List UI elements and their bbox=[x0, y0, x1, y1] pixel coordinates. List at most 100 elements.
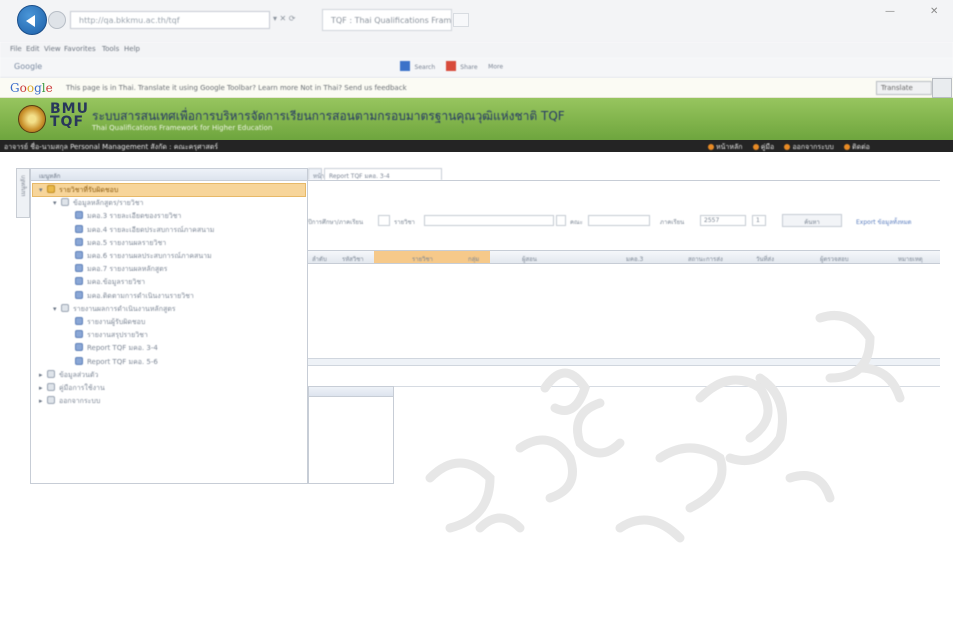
group-icon bbox=[47, 396, 55, 405]
toolbar-share[interactable]: Share bbox=[460, 64, 477, 71]
forward-button[interactable] bbox=[48, 11, 66, 29]
tree-item[interactable]: รายงานสรุปรายวิชา bbox=[67, 330, 148, 342]
google-toolbar-label[interactable]: Google bbox=[14, 62, 42, 71]
col-reviewer[interactable]: ผู้ตรวจสอบ bbox=[820, 254, 849, 264]
tree-item[interactable]: รายงานผู้รับผิดชอบ bbox=[67, 317, 145, 329]
term-round-select[interactable]: 1 bbox=[752, 215, 766, 226]
tree-item-label: รายวิชาที่รับผิดชอบ bbox=[59, 186, 119, 194]
col-no[interactable]: ลำดับ bbox=[312, 254, 327, 264]
expand-arrow-icon[interactable]: ▸ bbox=[39, 384, 47, 392]
contact-icon bbox=[844, 144, 851, 150]
grid-body bbox=[308, 264, 940, 358]
divider bbox=[394, 386, 940, 387]
translate-message: This page is in Thai. Translate it using… bbox=[66, 84, 407, 92]
translate-bar: Google This page is in Thai. Translate i… bbox=[0, 78, 953, 98]
toolbar-search[interactable]: Search bbox=[415, 64, 436, 71]
col-instructor[interactable]: ผู้สอน bbox=[522, 254, 537, 264]
tree-item-label: มคอ.3 รายละเอียดของรายวิชา bbox=[87, 212, 182, 221]
tree-item[interactable]: ▸ ออกจากระบบ bbox=[39, 396, 100, 408]
nav-logout[interactable]: ออกจากระบบ bbox=[792, 143, 833, 151]
term-year-input[interactable]: 2557 bbox=[700, 215, 746, 226]
minimize-icon[interactable]: — bbox=[885, 6, 895, 17]
tree-item-label: รายงานผู้รับผิดชอบ bbox=[87, 318, 146, 326]
app-logo: BMU TQF bbox=[50, 102, 89, 129]
tree-item[interactable]: ▾ รายวิชาที่รับผิดชอบ bbox=[39, 185, 118, 197]
nav-contact[interactable]: ติดต่อ bbox=[852, 143, 870, 151]
year-select[interactable] bbox=[378, 215, 390, 226]
address-controls[interactable]: ▾ ✕ ⟳ bbox=[273, 14, 296, 23]
app-header: BMU TQF ระบบสารสนเทศเพื่อการบริหารจัดการ… bbox=[0, 98, 953, 140]
tab-report-tqf[interactable]: Report TQF มคอ. 3-4 bbox=[324, 168, 442, 180]
search-button[interactable]: ค้นหา bbox=[782, 214, 842, 227]
menu-tools[interactable]: Tools bbox=[102, 45, 119, 53]
tree-panel-title: เมนูหลัก bbox=[39, 173, 61, 180]
expand-arrow-icon[interactable]: ▾ bbox=[53, 199, 61, 207]
expand-arrow-icon[interactable]: ▾ bbox=[39, 186, 47, 194]
menu-favorites[interactable]: Favorites bbox=[64, 45, 96, 53]
browser-tab-active[interactable]: TQF : Thai Qualifications Framework bbox=[322, 9, 452, 31]
faculty-label: คณะ bbox=[570, 219, 583, 226]
export-all-link[interactable]: Export ข้อมูลทั้งหมด bbox=[856, 217, 912, 227]
tab-home[interactable]: หน้าแรก bbox=[308, 168, 335, 180]
tree-item[interactable]: มคอ.ข้อมูลรายวิชา bbox=[67, 277, 145, 289]
expand-arrow-icon[interactable]: ▸ bbox=[39, 371, 47, 379]
menu-edit[interactable]: Edit bbox=[26, 45, 40, 53]
detail-panel bbox=[308, 386, 394, 484]
tree-panel-header: เมนูหลัก bbox=[31, 169, 307, 181]
tree-item[interactable]: ▾ รายงานผลการดำเนินงานหลักสูตร bbox=[53, 303, 176, 316]
col-tqf3[interactable]: มคอ.3 bbox=[626, 254, 643, 264]
course-input[interactable] bbox=[424, 215, 554, 226]
tree-item[interactable]: มคอ.7 รายงานผลหลักสูตร bbox=[67, 264, 167, 276]
col-group[interactable]: กลุ่ม bbox=[468, 254, 479, 264]
nav-manual[interactable]: คู่มือ bbox=[761, 143, 775, 151]
tree-item[interactable]: มคอ.5 รายงานผลรายวิชา bbox=[67, 237, 167, 250]
tree-item-label: คู่มือการใช้งาน bbox=[59, 384, 105, 392]
logout-icon bbox=[784, 144, 791, 150]
tree-item-label: มคอ.ข้อมูลรายวิชา bbox=[87, 278, 146, 287]
expand-arrow-icon[interactable]: ▾ bbox=[53, 305, 61, 313]
tab-underline bbox=[308, 180, 940, 181]
translate-button[interactable]: Translate bbox=[876, 81, 932, 95]
year-label: ปีการศึกษา/ภาคเรียน bbox=[308, 219, 364, 226]
tree-item[interactable]: มคอ.3 รายละเอียดของรายวิชา bbox=[67, 211, 181, 223]
faculty-input[interactable] bbox=[588, 215, 650, 226]
back-button[interactable] bbox=[17, 5, 47, 35]
new-tab-button[interactable] bbox=[453, 13, 469, 27]
tree-item[interactable]: มคอ.4 รายละเอียดประสบการณ์ภาคสนาม bbox=[67, 224, 214, 237]
term-label: ภาคเรียน bbox=[660, 219, 685, 226]
filter-row: ปีการศึกษา/ภาคเรียน รายวิชา คณะ ภาคเรียน… bbox=[308, 214, 940, 228]
nav-home[interactable]: หน้าหลัก bbox=[716, 143, 742, 151]
tree-item-label: รายงานผลการดำเนินงานหลักสูตร bbox=[73, 304, 176, 313]
group-icon bbox=[61, 198, 69, 207]
tree-item-label: มคอ.5 รายงานผลรายวิชา bbox=[87, 238, 167, 247]
menu-file[interactable]: File bbox=[10, 45, 22, 53]
tree-item[interactable]: มคอ.ติดตามการดำเนินงานรายวิชา bbox=[67, 290, 194, 303]
col-submit-status[interactable]: สถานะการส่ง bbox=[688, 254, 723, 264]
share-icon[interactable] bbox=[445, 61, 456, 71]
tree-item[interactable]: ▸ คู่มือการใช้งาน bbox=[39, 383, 105, 395]
expand-arrow-icon[interactable]: ▸ bbox=[39, 397, 47, 405]
toolbar-more[interactable]: More bbox=[488, 64, 503, 71]
menu-help[interactable]: Help bbox=[124, 45, 140, 53]
tree-item[interactable]: ▸ ข้อมูลส่วนตัว bbox=[39, 369, 99, 382]
col-submit-date[interactable]: วันที่ส่ง bbox=[756, 254, 774, 264]
tree-item[interactable]: Report TQF มคอ. 3-4 bbox=[67, 343, 158, 355]
course-picker-button[interactable] bbox=[556, 215, 566, 226]
menu-view[interactable]: View bbox=[44, 45, 61, 53]
translate-options-button[interactable] bbox=[932, 78, 952, 98]
tree-item-label: ข้อมูลส่วนตัว bbox=[59, 370, 99, 379]
tree-item-label: มคอ.ติดตามการดำเนินงานรายวิชา bbox=[87, 291, 194, 300]
grid-header: ลำดับ รหัสวิชา รายวิชา กลุ่ม ผู้สอน มคอ.… bbox=[308, 250, 940, 264]
col-remark[interactable]: หมายเหตุ bbox=[898, 254, 923, 264]
tree-item[interactable]: ▾ ข้อมูลหลักสูตร/รายวิชา bbox=[53, 198, 143, 210]
toolbar-buttons: Search Share More bbox=[400, 61, 550, 75]
search-icon[interactable] bbox=[400, 61, 410, 71]
sidebar-collapse-tab[interactable]: เมนูหลัก bbox=[16, 168, 30, 218]
grid-pager[interactable] bbox=[308, 358, 940, 366]
address-input[interactable]: http://qa.bkkmu.ac.th/tqf bbox=[70, 11, 270, 29]
col-course-code[interactable]: รหัสวิชา bbox=[342, 254, 364, 264]
tree-item[interactable]: Report TQF มคอ. 5-6 bbox=[67, 356, 158, 369]
col-course[interactable]: รายวิชา bbox=[412, 254, 433, 264]
tree-item[interactable]: มคอ.6 รายงานผลประสบการณ์ภาคสนาม bbox=[67, 251, 212, 263]
close-icon[interactable]: ✕ bbox=[930, 6, 938, 17]
